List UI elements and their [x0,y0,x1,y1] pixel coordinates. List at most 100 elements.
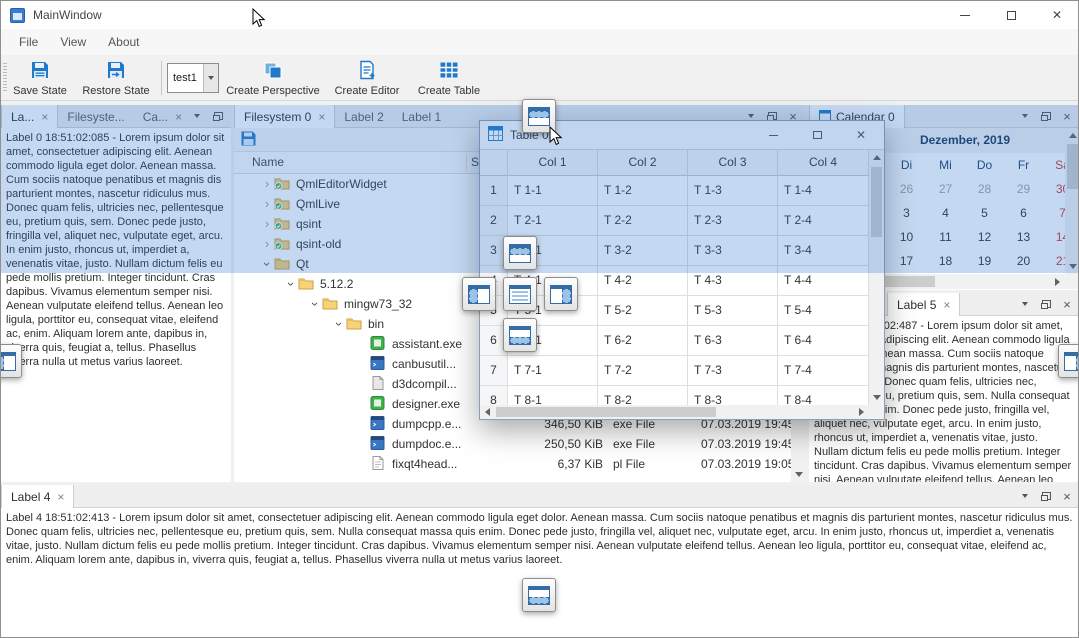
table-cell[interactable]: T 6-4 [778,326,869,356]
create-perspective-button[interactable]: Create Perspective [225,57,321,99]
table-cell[interactable]: T 7-3 [688,356,778,386]
calendar-vscrollbar[interactable] [1065,128,1079,274]
dock-menu-button[interactable] [1019,297,1031,311]
calendar-day-cell[interactable]: 17 [887,249,926,273]
table-cell[interactable]: T 6-2 [598,326,688,356]
drop-indicator-outer-left-icon[interactable] [0,344,22,378]
tab-close-icon[interactable]: × [175,111,182,123]
tree-item[interactable]: dumpdoc.e...250,50 KiBexe File07.03.2019… [234,434,791,454]
table-cell[interactable]: T 8-2 [598,386,688,405]
float-minimize-button[interactable] [758,121,788,149]
dock-menu-button[interactable] [1019,109,1031,123]
table-cell[interactable]: T 2-1 [508,206,598,236]
table-row-header[interactable]: 1 [480,176,508,206]
minimize-button[interactable] [942,1,988,29]
table-cell[interactable]: T 3-3 [688,236,778,266]
tree-expander-icon[interactable]: › [281,277,301,291]
drop-indicator-bottom-icon[interactable] [503,318,537,352]
table-column-header[interactable]: Col 1 [508,150,598,176]
calendar-day-cell[interactable]: 26 [887,177,926,201]
table-cell[interactable]: T 5-2 [598,296,688,326]
create-editor-button[interactable]: Create Editor [327,57,407,99]
table-cell[interactable]: T 1-2 [598,176,688,206]
table-cell[interactable]: T 4-2 [598,266,688,296]
drop-indicator-center-icon[interactable] [503,277,537,311]
tab-close-icon[interactable]: × [318,111,325,123]
table-cell[interactable]: T 8-3 [688,386,778,405]
tab-label2[interactable]: Label 2 [335,105,392,128]
table-cell[interactable]: T 5-3 [688,296,778,326]
calendar-day-cell[interactable]: 6 [1004,201,1043,225]
table-cell[interactable]: T 8-4 [778,386,869,405]
table-cell[interactable]: T 5-4 [778,296,869,326]
calendar-day-cell[interactable]: 12 [965,225,1004,249]
tab-label4[interactable]: Label 4× [1,485,74,508]
calendar-day-cell[interactable]: 13 [1004,225,1043,249]
table-cell[interactable]: T 3-2 [598,236,688,266]
calendar-day-cell[interactable]: 4 [926,201,965,225]
tree-expander-icon[interactable]: › [329,317,349,331]
calendar-day-cell[interactable]: 19 [965,249,1004,273]
tab-calendar1[interactable]: Ca...× [134,105,191,128]
table-cell[interactable]: T 3-4 [778,236,869,266]
tree-expander-icon[interactable]: › [260,174,274,194]
calendar-day-cell[interactable]: 29 [1004,177,1043,201]
table-cell[interactable]: T 1-1 [508,176,598,206]
float-close-button[interactable]: ✕ [846,121,876,149]
table-row-header[interactable]: 8 [480,386,508,405]
menu-file[interactable]: File [9,32,48,52]
tab-label1[interactable]: Label 1 [393,105,450,128]
table-cell[interactable]: T 2-3 [688,206,778,236]
dock-close-button[interactable]: × [1061,297,1073,311]
calendar-day-cell[interactable]: 20 [1004,249,1043,273]
tab-filesystem1[interactable]: Filesyste... [58,105,133,128]
drop-indicator-left-icon[interactable] [462,277,496,311]
dock-menu-button[interactable] [191,109,203,123]
calendar-day-cell[interactable]: 11 [926,225,965,249]
float-maximize-button[interactable] [802,121,832,149]
calendar-day-cell[interactable]: 27 [926,177,965,201]
table-cell[interactable]: T 8-1 [508,386,598,405]
drop-indicator-outer-right-icon[interactable] [1058,344,1079,378]
table-corner-cell[interactable] [480,150,508,176]
table-cell[interactable]: T 1-3 [688,176,778,206]
table-vscrollbar[interactable] [869,150,884,405]
table-cell[interactable]: T 7-4 [778,356,869,386]
table-row-header[interactable]: 7 [480,356,508,386]
table-cell[interactable]: T 1-4 [778,176,869,206]
tree-expander-icon[interactable]: › [305,297,325,311]
create-table-button[interactable]: Create Table [413,57,485,99]
save-icon[interactable] [240,130,257,150]
dock-close-button[interactable]: × [1061,109,1073,123]
table-cell[interactable]: T 7-2 [598,356,688,386]
tab-label5[interactable]: Label 5× [887,293,960,316]
table-column-headers[interactable]: Col 1Col 2Col 3Col 4 [480,150,869,176]
calendar-day-cell[interactable]: 5 [965,201,1004,225]
drop-indicator-top-icon[interactable] [503,236,537,270]
calendar-day-cell[interactable]: 28 [965,177,1004,201]
floating-table-window[interactable]: Table 0 ✕ Col 1Col 2Col 3Col 4 1T 1-1T 1… [479,120,885,420]
tree-expander-icon[interactable]: › [260,234,274,254]
table-column-header[interactable]: Col 2 [598,150,688,176]
tree-expander-icon[interactable]: › [260,194,274,214]
tab-label0[interactable]: La...× [1,105,58,128]
table-cell[interactable]: T 4-3 [688,266,778,296]
combo-dropdown-icon[interactable] [203,64,218,92]
table-cell[interactable]: T 7-1 [508,356,598,386]
tab-close-icon[interactable]: × [943,299,950,311]
tab-close-icon[interactable]: × [57,491,64,503]
tab-filesystem0[interactable]: Filesystem 0× [234,105,335,128]
table-cell[interactable]: T 2-2 [598,206,688,236]
table-column-header[interactable]: Col 4 [778,150,869,176]
save-state-button[interactable]: Save State [7,57,73,99]
menu-view[interactable]: View [50,32,96,52]
dock-undock-button[interactable] [1040,109,1052,123]
close-button[interactable]: ✕ [1034,1,1079,29]
tree-expander-icon[interactable]: › [260,214,274,234]
tree-item[interactable]: fixqt4head...6,37 KiBpl File07.03.2019 1… [234,454,791,474]
dock-undock-button[interactable] [212,109,224,123]
calendar-day-cell[interactable]: 10 [887,225,926,249]
table-cell[interactable]: T 4-4 [778,266,869,296]
table-cell[interactable]: T 6-3 [688,326,778,356]
perspective-combo[interactable]: test1 [167,63,219,93]
